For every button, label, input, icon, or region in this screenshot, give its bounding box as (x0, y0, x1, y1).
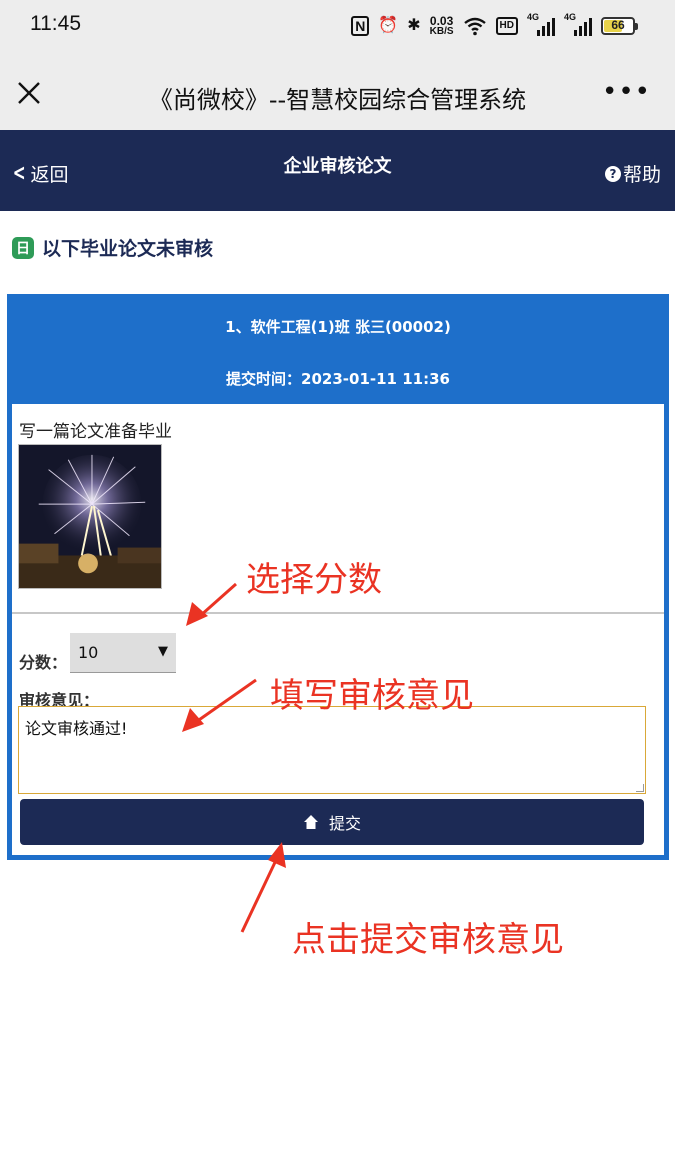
submit-label: 提交 (328, 814, 361, 833)
status-bar: 11:45 N ⏰ ✱ 0.03 KB/S HD 4G 4G 66 (0, 0, 675, 52)
student-info: 1、软件工程(1)班 张三(00002) (225, 318, 451, 336)
help-label: 帮助 (622, 164, 661, 186)
comment-text: 论文审核通过! (25, 719, 128, 738)
close-icon[interactable] (14, 78, 44, 108)
signal-2-label: 4G (564, 12, 577, 22)
bluetooth-icon: ✱ (407, 17, 421, 34)
calendar-icon: 日 (12, 236, 34, 259)
status-icons: N ⏰ ✱ 0.03 KB/S HD 4G 4G 66 (351, 12, 638, 40)
hd-badge: HD (495, 17, 518, 35)
resize-handle-icon[interactable] (636, 784, 644, 792)
score-selected-value: 10 (78, 643, 99, 662)
network-speed-unit: KB/S (429, 26, 454, 37)
battery-icon: 66 (601, 17, 638, 35)
comment-textarea[interactable]: 论文审核通过! (18, 706, 646, 794)
annotation-choose-score: 选择分数 (246, 560, 382, 600)
status-time: 11:45 (30, 12, 81, 35)
app-navbar: < 返回 企业审核论文 ? 帮助 (0, 130, 675, 211)
signal-icon-2: 4G (564, 12, 592, 36)
score-label: 分数： (19, 653, 68, 672)
annotation-click-submit: 点击提交审核意见 (292, 920, 564, 960)
network-speed: 0.03 KB/S (430, 15, 454, 37)
alarm-icon: ⏰ (378, 17, 399, 34)
card-header: 1、软件工程(1)班 张三(00002) 提交时间：2023-01-11 11:… (12, 299, 664, 404)
home-icon (303, 815, 318, 829)
help-button[interactable]: ? 帮助 (604, 160, 661, 187)
section-heading-text: 以下毕业论文未审核 (42, 238, 214, 260)
submit-button[interactable]: 提交 (20, 799, 644, 845)
thesis-title: 写一篇论文准备毕业 (19, 422, 172, 442)
question-icon: ? (604, 165, 621, 182)
signal-icon-1: 4G (527, 12, 555, 36)
chevron-down-icon: ▼ (158, 644, 168, 659)
battery-level: 66 (611, 18, 625, 32)
score-select[interactable]: 10 ▼ (70, 633, 176, 673)
submit-time: 提交时间：2023-01-11 11:36 (226, 370, 450, 388)
signal-1-label: 4G (527, 12, 540, 22)
annotation-fill-comment: 填写审核意见 (270, 676, 474, 716)
more-menu-button[interactable]: ••• (602, 79, 651, 105)
wechat-page-title: 《尚微校》--智慧校园综合管理系统 (148, 86, 527, 114)
wifi-icon (463, 17, 486, 36)
content-divider (12, 612, 664, 614)
page-title: 企业审核论文 (283, 156, 392, 177)
nfc-icon: N (351, 16, 370, 36)
section-heading: 日 以下毕业论文未审核 (12, 234, 213, 261)
thesis-attachment-image[interactable] (18, 444, 162, 589)
wechat-title-bar: 《尚微校》--智慧校园综合管理系统 ••• (0, 52, 675, 130)
